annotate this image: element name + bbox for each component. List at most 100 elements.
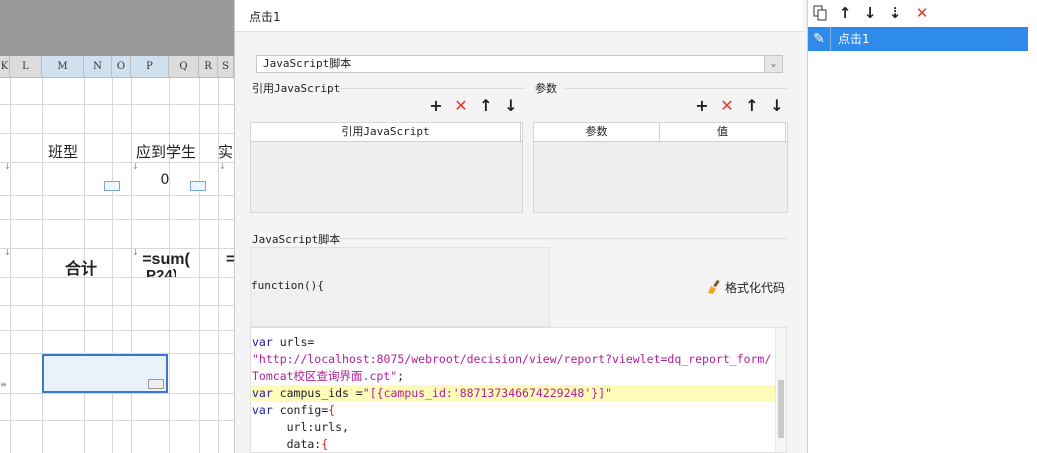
dialog-title: 点击1 (249, 10, 281, 24)
expand-arrow-icon: ↓ (132, 162, 139, 171)
param-value-column-header: 值 (660, 123, 786, 141)
column-header-m[interactable]: M (42, 56, 84, 78)
script-group-label: JavaScript脚本 (252, 233, 341, 246)
cell-banxing[interactable]: 班型 (42, 141, 84, 162)
expand-arrow-icon: ↓ (219, 162, 226, 171)
cell-sum-formula[interactable]: =sum( (136, 251, 196, 269)
column-header-l[interactable]: L (10, 56, 42, 78)
grid-line (0, 133, 234, 134)
copy-icon[interactable] (810, 4, 830, 22)
code-token: { (321, 437, 329, 451)
ref-delete-icon[interactable]: ✕ (451, 97, 471, 115)
event-list-toolbar: ↑ ↓ ⇣ ✕ (808, 0, 1037, 26)
code-token: var (252, 386, 273, 400)
cell-heji[interactable]: 合计 (60, 255, 102, 279)
dialog-titlebar: 点击1 (235, 0, 803, 32)
sheet-background (0, 0, 234, 56)
event-item-label: 点击1 (838, 32, 870, 46)
code-token: var (252, 335, 273, 349)
param-add-icon[interactable]: + (692, 97, 712, 115)
function-header: function(){ (251, 279, 324, 292)
expand-arrow-icon: ↓ (4, 248, 11, 257)
divider (339, 238, 787, 239)
format-code-label: 格式化代码 (725, 281, 786, 295)
editor-scrollbar-thumb[interactable] (778, 380, 784, 438)
grid-line (0, 219, 234, 220)
column-header-r[interactable]: R (199, 56, 218, 78)
cell-shi[interactable]: 实 (218, 141, 234, 162)
code-editor[interactable]: campus_id:campus_ids} data:{ url:urls,va… (250, 327, 787, 453)
script-type-select[interactable]: JavaScript脚本 ⌄ (256, 55, 783, 73)
param-table[interactable]: 参数 值 (533, 122, 788, 213)
textbox-widget-icon[interactable] (190, 181, 206, 191)
code-token: data: (252, 437, 322, 451)
expand-arrow-icon: ≡ (0, 380, 7, 389)
grid-line (0, 195, 234, 196)
column-header-p[interactable]: P (131, 56, 169, 78)
ref-js-group-label: 引用JavaScript (252, 82, 341, 95)
grid-line (199, 78, 200, 453)
column-header-o[interactable]: O (112, 56, 131, 78)
move-down-icon[interactable]: ↓ (860, 4, 880, 22)
move-to-bottom-icon[interactable]: ⇣ (885, 4, 905, 22)
code-token: var (252, 403, 273, 417)
panel-scrollbar[interactable] (1029, 0, 1037, 453)
event-dialog: 点击1 JavaScript脚本 ⌄ 引用JavaScript + ✕ ↑ ↓ … (234, 0, 803, 453)
grid-line (0, 277, 234, 278)
code-token: campus_ids = (272, 386, 363, 400)
cell-eq: = (226, 251, 234, 268)
column-header-k[interactable]: K (0, 56, 10, 78)
brush-icon (707, 279, 721, 294)
dropdown-widget-icon[interactable] (104, 181, 120, 191)
grid-line (10, 78, 11, 453)
code-line[interactable]: var campus_ids ="[{campus_id:'8871373466… (252, 385, 776, 402)
param-table-header: 参数 值 (534, 123, 787, 142)
cell-sum-formula-tail: P24) (146, 268, 176, 277)
param-move-down-icon[interactable]: ↓ (767, 97, 787, 115)
ref-move-up-icon[interactable]: ↑ (476, 97, 496, 115)
divider (339, 88, 525, 89)
code-token: "http://localhost:8075/webroot/decision/… (252, 352, 772, 366)
column-header-q[interactable]: Q (169, 56, 199, 78)
delete-icon[interactable]: ✕ (912, 4, 932, 22)
code-line[interactable]: Tomcat校区查询界面.cpt"; (252, 368, 404, 385)
param-move-up-icon[interactable]: ↑ (742, 97, 762, 115)
cell-zero[interactable]: 0 (150, 172, 180, 188)
param-delete-icon[interactable]: ✕ (717, 97, 737, 115)
ref-js-table[interactable]: 引用JavaScript (250, 122, 523, 213)
grid-line (42, 78, 43, 453)
expand-arrow-icon: ↓ (4, 162, 11, 171)
grid-line (0, 330, 234, 331)
code-line[interactable]: var urls= (252, 334, 314, 351)
cell-yingdao[interactable]: 应到学生 (131, 141, 201, 162)
code-line[interactable]: "http://localhost:8075/webroot/decision/… (252, 351, 771, 368)
code-line[interactable]: url:urls, (252, 419, 349, 436)
code-token: Tomcat校区查询界面.cpt" (252, 369, 398, 383)
event-list-panel: ↑ ↓ ⇣ ✕ ✎ 点击1 (807, 0, 1037, 453)
event-item-selected[interactable]: ✎ 点击1 (808, 27, 1028, 51)
divider (565, 88, 787, 89)
editor-scrollbar[interactable] (775, 328, 786, 452)
selected-cell[interactable] (42, 354, 168, 393)
ref-add-icon[interactable]: + (426, 97, 446, 115)
code-token: ; (397, 369, 405, 383)
ref-move-down-icon[interactable]: ↓ (501, 97, 521, 115)
cell-widget-icon (148, 379, 164, 389)
move-up-icon[interactable]: ↑ (835, 4, 855, 22)
grid-line (0, 393, 234, 394)
code-token: urls= (272, 335, 315, 349)
grid-line (0, 420, 234, 421)
code-token: "[{campus_id:'887137346674229248'}]" (362, 386, 613, 400)
grid-line (0, 162, 234, 163)
column-header-n[interactable]: N (84, 56, 112, 78)
code-line[interactable]: var config={ (252, 402, 335, 419)
ref-js-column-header: 引用JavaScript (251, 123, 521, 141)
code-line[interactable]: data:{ (252, 436, 329, 452)
chevron-down-icon[interactable]: ⌄ (764, 56, 782, 72)
grid-line (0, 104, 234, 105)
column-header-s[interactable]: S (218, 56, 234, 78)
grid-line (0, 248, 234, 249)
param-name-column-header: 参数 (534, 123, 660, 141)
format-code-button[interactable]: 格式化代码 (707, 279, 785, 297)
spreadsheet-grid[interactable]: K L M N O P Q R S 班型 应到学生 实 ↓ ↓ ↓ 0 ↓ ↓ … (0, 0, 234, 453)
